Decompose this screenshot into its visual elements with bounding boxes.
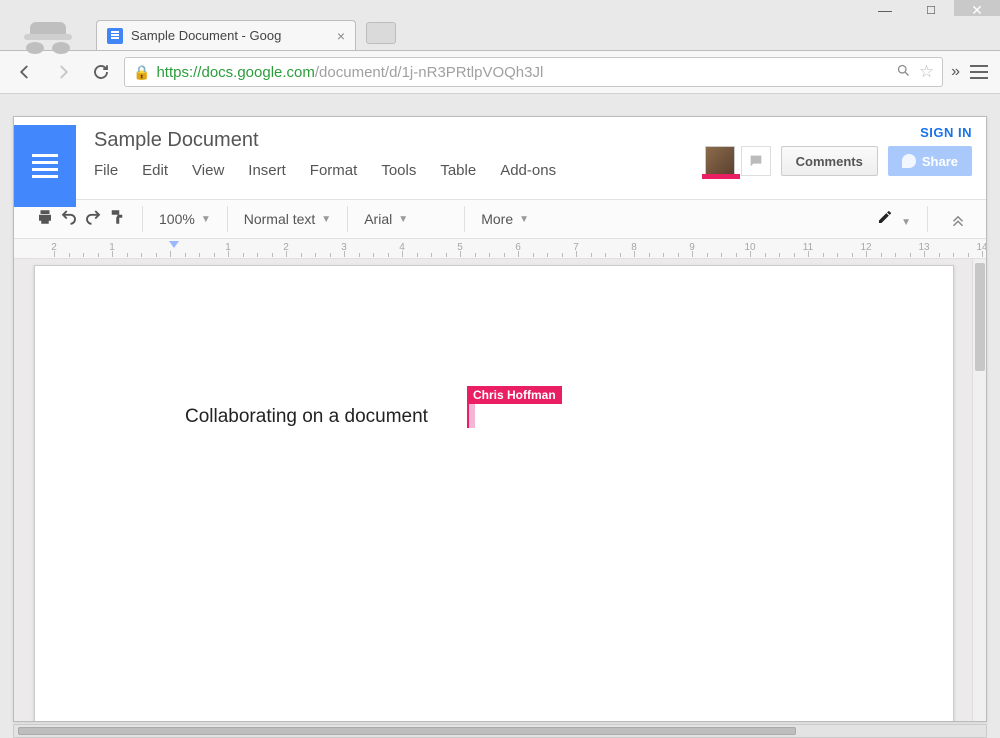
docs-favicon xyxy=(107,28,123,44)
chat-button[interactable] xyxy=(741,146,771,176)
more-dropdown[interactable]: More▼ xyxy=(473,211,537,227)
docs-logo[interactable] xyxy=(14,125,76,207)
chrome-menu-button[interactable] xyxy=(968,61,990,83)
docs-toolbar: 100%▼ Normal text▼ Arial▼ More▼ ▼ xyxy=(14,199,986,239)
print-icon[interactable] xyxy=(36,208,54,231)
address-bar[interactable]: 🔒 https://docs.google.com/document/d/1j-… xyxy=(124,57,943,87)
menu-table[interactable]: Table xyxy=(440,162,476,179)
document-text[interactable]: Collaborating on a document xyxy=(185,406,428,428)
browser-tabstrip: Sample Document - Goog × xyxy=(0,16,1000,50)
menu-file[interactable]: File xyxy=(94,162,118,179)
document-canvas: Collaborating on a document Chris Hoffma… xyxy=(14,259,986,721)
browser-toolbar: 🔒 https://docs.google.com/document/d/1j-… xyxy=(0,50,1000,94)
collaborator-cursor: Chris Hoffman xyxy=(467,404,475,428)
incognito-icon xyxy=(20,20,76,60)
browser-tab[interactable]: Sample Document - Goog × xyxy=(96,20,356,50)
search-in-page-icon[interactable] xyxy=(896,63,911,82)
share-icon xyxy=(902,154,916,168)
menu-format[interactable]: Format xyxy=(310,162,358,179)
vertical-scrollbar[interactable] xyxy=(972,259,986,721)
window-bottom-scrollbar[interactable] xyxy=(13,724,987,738)
menu-edit[interactable]: Edit xyxy=(142,162,168,179)
scrollbar-thumb[interactable] xyxy=(18,727,796,735)
indent-marker[interactable] xyxy=(169,241,179,248)
lock-icon: 🔒 xyxy=(133,64,150,81)
menu-insert[interactable]: Insert xyxy=(248,162,286,179)
collapse-toolbar-button[interactable] xyxy=(944,205,972,233)
window-titlebar: — ☐ ✕ xyxy=(0,0,1000,16)
paragraph-style-dropdown[interactable]: Normal text▼ xyxy=(236,211,339,227)
collaborator-avatar[interactable] xyxy=(705,146,735,176)
more-extensions-button[interactable]: » xyxy=(951,63,960,81)
collaborator-avatars xyxy=(705,146,771,176)
zoom-dropdown[interactable]: 100%▼ xyxy=(151,211,219,227)
undo-icon[interactable] xyxy=(60,208,78,231)
url-protocol: https xyxy=(156,64,189,81)
bookmark-star-icon[interactable]: ☆ xyxy=(919,62,934,82)
edit-mode-icon[interactable]: ▼ xyxy=(877,209,911,230)
share-button[interactable]: Share xyxy=(888,146,972,176)
reload-button[interactable] xyxy=(86,57,116,87)
collaborator-name: Chris Hoffman xyxy=(467,386,562,404)
back-button[interactable] xyxy=(10,57,40,87)
new-tab-button[interactable] xyxy=(366,22,396,44)
menu-tools[interactable]: Tools xyxy=(381,162,416,179)
sign-in-link[interactable]: SIGN IN xyxy=(920,125,972,140)
scrollbar-thumb[interactable] xyxy=(975,263,985,371)
url-host: ://docs.google.com xyxy=(189,64,315,81)
tab-close-button[interactable]: × xyxy=(337,28,345,44)
comments-button[interactable]: Comments xyxy=(781,146,878,176)
menu-view[interactable]: View xyxy=(192,162,224,179)
horizontal-ruler[interactable]: 21123456789101112131415 xyxy=(14,239,986,259)
tab-title: Sample Document - Goog xyxy=(131,28,281,43)
forward-button[interactable] xyxy=(48,57,78,87)
browser-window: — ☐ ✕ Sample Document - Goog × 🔒 xyxy=(0,0,1000,738)
paint-format-icon[interactable] xyxy=(108,208,126,231)
page[interactable]: Collaborating on a document Chris Hoffma… xyxy=(34,265,954,721)
docs-app: Sample Document File Edit View Insert Fo… xyxy=(13,116,987,722)
url-path: /document/d/1j-nR3PRtlpVOQh3Jl xyxy=(315,64,543,81)
docs-header: Sample Document File Edit View Insert Fo… xyxy=(14,117,986,199)
font-dropdown[interactable]: Arial▼ xyxy=(356,211,456,227)
redo-icon[interactable] xyxy=(84,208,102,231)
menu-addons[interactable]: Add-ons xyxy=(500,162,556,179)
